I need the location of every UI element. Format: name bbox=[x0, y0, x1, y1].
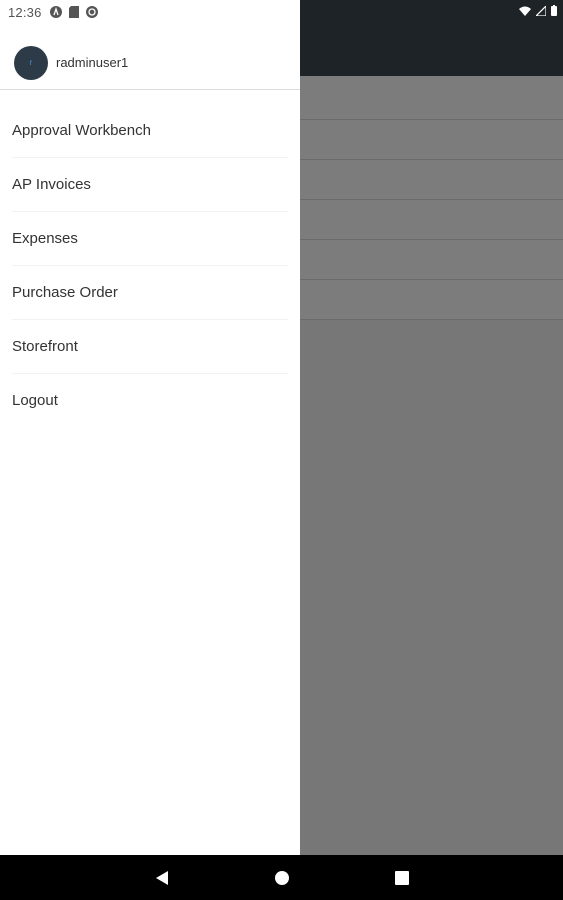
wifi-icon bbox=[519, 3, 531, 21]
sd-card-icon bbox=[68, 6, 80, 18]
drawer-menu: Approval Workbench AP Invoices Expenses … bbox=[0, 104, 300, 427]
recents-icon[interactable] bbox=[392, 868, 412, 888]
signal-icon bbox=[534, 3, 547, 21]
home-icon[interactable] bbox=[272, 868, 292, 888]
menu-item-logout[interactable]: Logout bbox=[12, 374, 288, 427]
menu-item-label: Expenses bbox=[12, 230, 78, 247]
navigation-drawer: 12:36 r radminuser1 Approval Workbench A… bbox=[0, 0, 300, 855]
menu-item-label: Storefront bbox=[12, 338, 78, 355]
sync-icon bbox=[85, 6, 98, 18]
status-bar-left: 12:36 bbox=[8, 3, 98, 21]
menu-item-label: Approval Workbench bbox=[12, 122, 151, 139]
username: radminuser1 bbox=[56, 55, 129, 70]
battery-icon bbox=[551, 3, 557, 21]
status-time: 12:36 bbox=[8, 4, 42, 20]
system-nav-bar bbox=[0, 855, 563, 900]
notification-a-icon bbox=[49, 6, 62, 18]
menu-item-storefront[interactable]: Storefront bbox=[12, 320, 288, 374]
avatar[interactable]: r bbox=[14, 45, 48, 80]
menu-item-label: Logout bbox=[12, 392, 58, 409]
menu-item-purchase-order[interactable]: Purchase Order bbox=[12, 266, 288, 320]
menu-item-expenses[interactable]: Expenses bbox=[12, 212, 288, 266]
menu-item-approval-workbench[interactable]: Approval Workbench bbox=[12, 104, 288, 158]
menu-item-label: Purchase Order bbox=[12, 284, 118, 301]
status-bar-right bbox=[519, 4, 557, 20]
avatar-initial: r bbox=[29, 57, 33, 67]
menu-item-label: AP Invoices bbox=[12, 176, 91, 193]
back-icon[interactable] bbox=[152, 868, 172, 888]
screen: 12:36 r radminuser1 Approval Workbench A… bbox=[0, 0, 563, 900]
menu-item-ap-invoices[interactable]: AP Invoices bbox=[12, 158, 288, 212]
drawer-header: r radminuser1 bbox=[0, 36, 300, 90]
